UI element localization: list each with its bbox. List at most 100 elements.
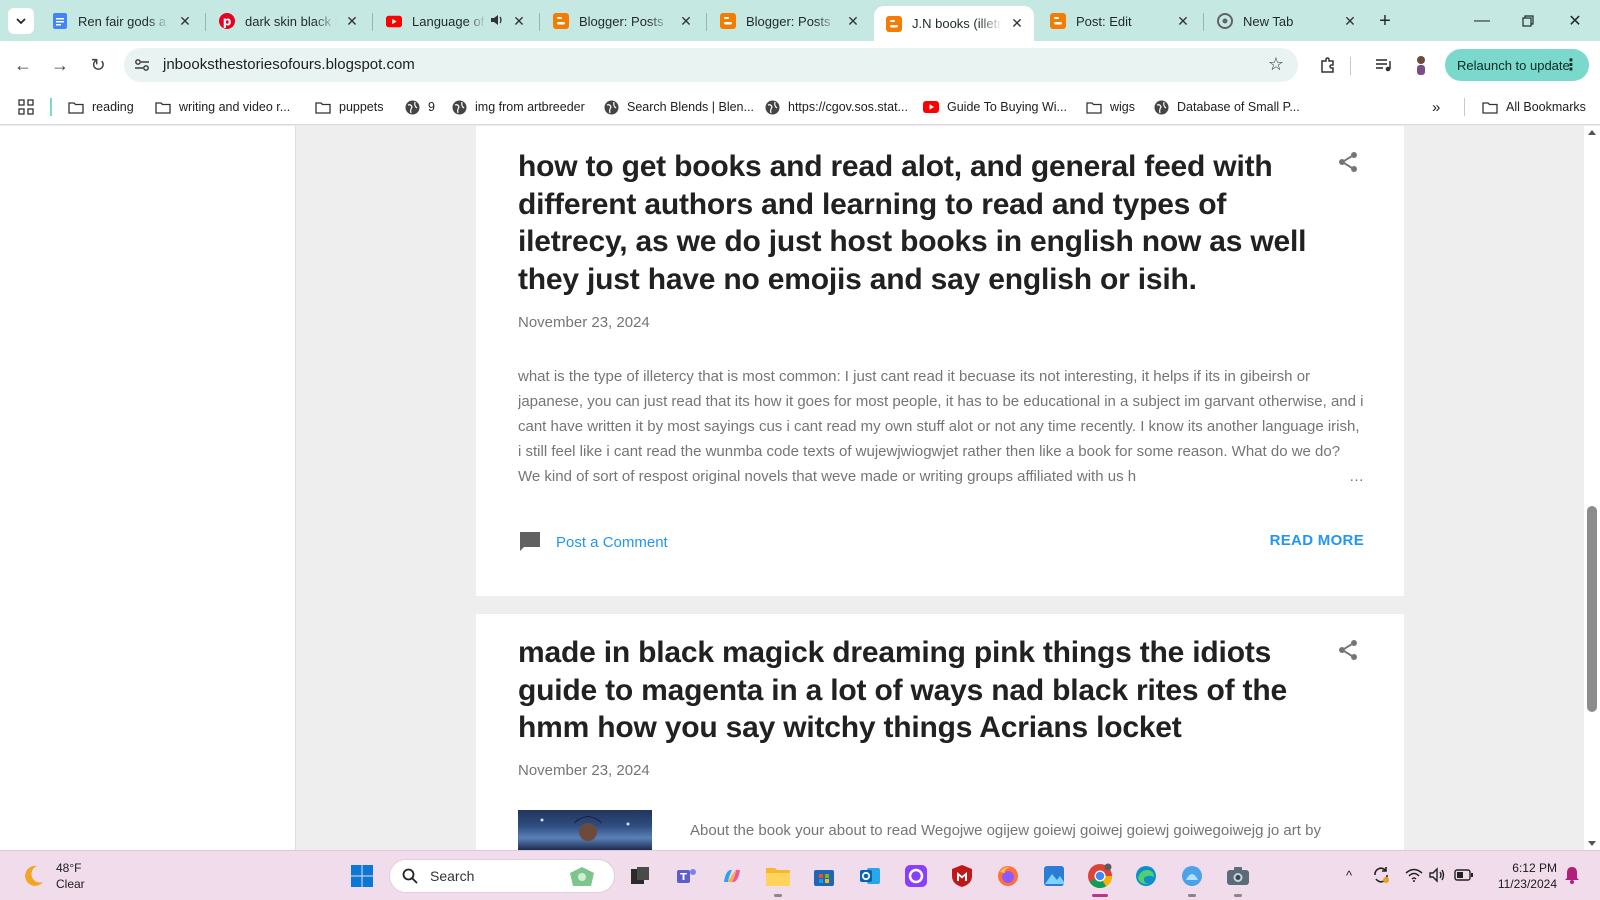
post-title[interactable]: made in black magick dreaming pink thing…: [518, 634, 1308, 747]
outlook-app[interactable]: [855, 861, 885, 891]
task-view-button[interactable]: [625, 861, 655, 891]
more-bookmarks-button[interactable]: »: [1432, 97, 1440, 117]
notifications-button[interactable]: [1562, 865, 1582, 885]
copilot-icon: [724, 869, 740, 883]
battery-icon[interactable]: [1454, 865, 1474, 885]
post-comment-link[interactable]: Post a Comment: [518, 530, 668, 554]
copilot-app[interactable]: [717, 861, 747, 891]
bookmark-img-from-artbreeder[interactable]: img from artbreeder: [451, 97, 585, 117]
page-scrollbar[interactable]: [1584, 126, 1600, 850]
media-queue-icon: [1376, 59, 1391, 72]
scrollbar-thumb[interactable]: [1587, 506, 1597, 712]
blogger-icon: [720, 13, 736, 29]
share-icon[interactable]: [1336, 638, 1360, 662]
tab-search-button[interactable]: [8, 8, 34, 34]
shield-icon: [952, 865, 972, 887]
read-more-link[interactable]: READ MORE: [1270, 532, 1364, 549]
tab-new-tab[interactable]: New Tab ✕: [1205, 5, 1367, 37]
all-bookmarks-button[interactable]: All Bookmarks: [1482, 97, 1586, 117]
blue-app[interactable]: [1177, 861, 1207, 897]
globe-icon: [603, 99, 619, 115]
post-title[interactable]: how to get books and read alot, and gene…: [518, 148, 1308, 298]
tab-blogger-posts-2[interactable]: Blogger: Posts ✕: [708, 5, 870, 37]
photos-app[interactable]: [1039, 861, 1069, 891]
bookmark-cgov-sos[interactable]: https://cgov.sos.stat...: [764, 97, 908, 117]
relaunch-label: Relaunch to update: [1457, 57, 1570, 73]
close-icon[interactable]: ✕: [1174, 12, 1192, 30]
bookmark-guide-to-buying[interactable]: Guide To Buying Wi...: [923, 97, 1067, 117]
chrome-app[interactable]: [1085, 861, 1115, 897]
site-info-icon[interactable]: [132, 55, 152, 75]
address-bar[interactable]: jnbooksthestoriesofours.blogspot.com ☆: [124, 48, 1298, 82]
chevron-double-right-icon: »: [1432, 98, 1441, 116]
media-controls-button[interactable]: [1372, 53, 1396, 77]
purple-app[interactable]: [901, 861, 931, 891]
scroll-up-icon[interactable]: [1588, 130, 1596, 135]
wifi-icon[interactable]: [1404, 865, 1424, 885]
extensions-button[interactable]: [1316, 53, 1340, 77]
bookmarks-divider: [50, 98, 52, 116]
start-button[interactable]: [347, 861, 377, 891]
speaker-icon[interactable]: [490, 13, 504, 30]
camera-app[interactable]: [1223, 861, 1253, 897]
bookmark-label: img from artbreeder: [475, 100, 585, 114]
post-thumbnail[interactable]: [518, 810, 652, 850]
close-icon[interactable]: ✕: [677, 12, 695, 30]
blog-page[interactable]: how to get books and read alot, and gene…: [0, 126, 1584, 850]
reload-button[interactable]: ↻: [84, 51, 112, 79]
sync-status-icon[interactable]: [1371, 865, 1391, 885]
url-text[interactable]: jnbooksthestoriesofours.blogspot.com: [163, 56, 415, 73]
firefox-app[interactable]: [993, 861, 1023, 891]
bookmark-label: 9: [428, 100, 435, 114]
close-icon[interactable]: ✕: [510, 12, 528, 30]
new-tab-button[interactable]: +: [1373, 9, 1397, 33]
file-explorer-app[interactable]: [763, 861, 793, 897]
tab-ren-fair-gods[interactable]: Ren fair gods a go ✕: [40, 5, 202, 37]
bookmark-wigs[interactable]: wigs: [1086, 97, 1135, 117]
minimize-button[interactable]: —: [1460, 8, 1504, 34]
bookmark-9[interactable]: 9: [404, 97, 435, 117]
tab-title: dark skin black m: [245, 13, 337, 29]
profile-avatar[interactable]: [1409, 53, 1433, 77]
restore-button[interactable]: [1506, 8, 1550, 34]
tab-post-edit[interactable]: Post: Edit ✕: [1038, 5, 1200, 37]
close-icon[interactable]: ✕: [844, 12, 862, 30]
bookmark-star-icon[interactable]: ☆: [1268, 54, 1284, 75]
taskbar-clock[interactable]: 6:12 PM 11/23/2024: [1485, 860, 1557, 892]
bookmark-reading[interactable]: reading: [68, 97, 134, 117]
taskbar-search-box[interactable]: Search: [389, 859, 615, 893]
close-icon[interactable]: ✕: [176, 12, 194, 30]
bookmark-puppets[interactable]: puppets: [315, 97, 383, 117]
bookmark-search-blends[interactable]: Search Blends | Blen...: [603, 97, 754, 117]
camera-icon: [1227, 867, 1249, 885]
minimize-icon: —: [1474, 12, 1490, 29]
close-icon[interactable]: ✕: [1008, 15, 1026, 33]
tab-jn-books-active[interactable]: J.N books (illetra ✕: [874, 6, 1034, 41]
show-hidden-icons-button[interactable]: ^: [1339, 865, 1359, 885]
scroll-down-icon[interactable]: [1588, 841, 1596, 846]
microsoft-store-app[interactable]: [809, 861, 839, 891]
close-icon[interactable]: ✕: [1341, 12, 1359, 30]
bookmark-writing-and-video[interactable]: writing and video r...: [155, 97, 290, 117]
bookmark-label: Database of Small P...: [1177, 100, 1300, 114]
close-icon[interactable]: ✕: [343, 12, 361, 30]
edge-app[interactable]: [1131, 861, 1161, 891]
forward-button[interactable]: →: [46, 51, 74, 79]
close-window-button[interactable]: ✕: [1553, 8, 1597, 34]
relaunch-to-update-button[interactable]: Relaunch to update ⋮: [1445, 49, 1589, 81]
all-bookmarks-label: All Bookmarks: [1506, 100, 1586, 114]
bookmark-database-of-small[interactable]: Database of Small P...: [1153, 97, 1300, 117]
tab-blogger-posts-1[interactable]: Blogger: Posts ✕: [541, 5, 703, 37]
volume-icon[interactable]: [1428, 865, 1448, 885]
more-vert-icon[interactable]: ⋮: [1563, 55, 1579, 75]
tab-dark-skin[interactable]: p dark skin black m ✕: [207, 5, 369, 37]
teams-app[interactable]: T: [671, 861, 701, 891]
back-button[interactable]: ←: [9, 51, 37, 79]
share-icon[interactable]: [1336, 150, 1360, 174]
mcafee-app[interactable]: [947, 861, 977, 891]
tab-language-of[interactable]: Language of ✕: [374, 5, 536, 37]
tab-title: J.N books (illetra: [912, 16, 1002, 31]
apps-button[interactable]: [18, 97, 34, 117]
weather-widget[interactable]: 48°F Clear: [20, 860, 85, 892]
chrome-icon: [1088, 863, 1112, 889]
